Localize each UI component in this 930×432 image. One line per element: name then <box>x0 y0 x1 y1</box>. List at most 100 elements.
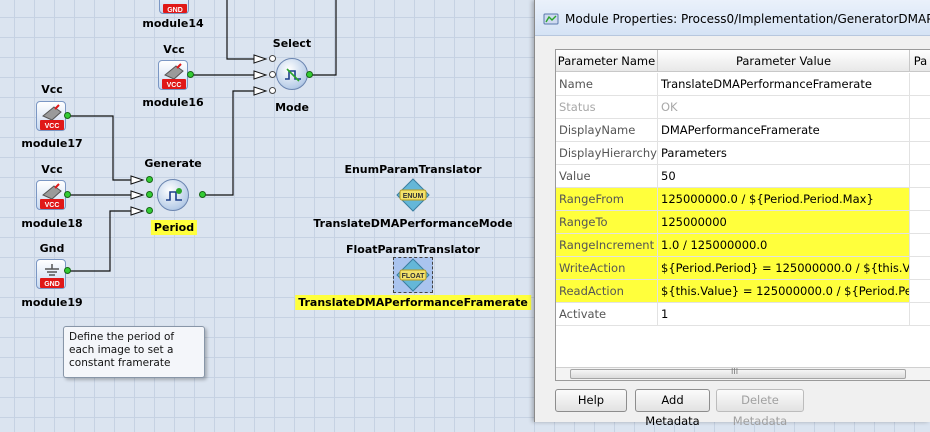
parameter-extra-cell[interactable] <box>910 188 930 210</box>
translator-name: TranslateDMAPerformanceMode <box>313 217 513 230</box>
input-port[interactable] <box>146 176 153 183</box>
parameter-value-cell[interactable]: 125000000.0 / ${Period.Period.Max} <box>658 188 910 210</box>
parameter-name-cell[interactable]: DisplayHierarchy <box>556 142 658 164</box>
parameter-value-cell[interactable]: OK <box>658 96 910 118</box>
parameter-value-cell[interactable]: DMAPerformanceFramerate <box>658 119 910 141</box>
parameter-extra-cell[interactable] <box>910 234 930 256</box>
parameter-row[interactable]: WriteAction ${Period.Period} = 125000000.… <box>556 257 930 280</box>
parameter-row[interactable]: DisplayHierarchy Parameters <box>556 142 930 165</box>
translator-type: EnumParamTranslator <box>344 163 482 176</box>
output-port[interactable] <box>187 71 194 78</box>
input-port[interactable] <box>269 87 276 94</box>
vcc-label: VCC <box>167 82 182 89</box>
module-name: module14 <box>142 17 204 30</box>
enum-icon: ENUM <box>396 178 430 212</box>
column-header-extra[interactable]: Pa <box>910 50 930 72</box>
module-type: Vcc <box>163 43 185 56</box>
module-properties-dialog[interactable]: Module Properties: Process0/Implementati… <box>534 0 930 428</box>
output-port[interactable] <box>64 267 71 274</box>
parameter-row[interactable]: RangeIncrement 1.0 / 125000000.0 <box>556 234 930 257</box>
enum-label: ENUM <box>403 193 424 200</box>
parameter-name-cell[interactable]: Value <box>556 165 658 187</box>
parameter-extra-cell[interactable] <box>910 280 930 302</box>
input-port[interactable] <box>269 71 276 78</box>
design-canvas[interactable]: GND module14 Vcc VCC module16 Vcc VCC mo… <box>0 0 540 422</box>
parameter-extra-cell[interactable] <box>910 211 930 233</box>
parameter-value-cell[interactable]: 1 <box>658 303 910 325</box>
operator-title: Select <box>272 37 312 50</box>
vcc-label: VCC <box>45 202 60 209</box>
module-name: module18 <box>21 217 83 230</box>
output-port[interactable] <box>199 191 206 198</box>
input-port[interactable] <box>146 207 153 214</box>
parameter-row[interactable]: Name TranslateDMAPerformanceFramerate <box>556 73 930 96</box>
parameter-value-cell[interactable]: ${this.Value} = 125000000.0 / ${Period.P… <box>658 280 910 302</box>
parameter-table[interactable]: Parameter Name Parameter Value Pa Name Tr… <box>555 49 930 381</box>
gnd-label: GND <box>44 281 60 288</box>
column-header-value[interactable]: Parameter Value <box>658 50 910 72</box>
parameter-row[interactable]: ReadAction ${this.Value} = 125000000.0 / … <box>556 280 930 303</box>
parameter-row[interactable]: DisplayName DMAPerformanceFramerate <box>556 119 930 142</box>
gnd-icon: GND <box>36 259 66 289</box>
output-port[interactable] <box>306 71 313 78</box>
dialog-titlebar[interactable]: Module Properties: Process0/Implementati… <box>535 0 930 36</box>
scroll-thumb[interactable]: III <box>570 367 906 379</box>
parameter-name-cell[interactable]: WriteAction <box>556 257 658 279</box>
parameter-extra-cell[interactable] <box>910 303 930 325</box>
column-header-name[interactable]: Parameter Name <box>556 50 658 72</box>
parameter-row[interactable]: RangeTo 125000000 <box>556 211 930 234</box>
module-type: Gnd <box>39 242 65 255</box>
dialog-title: Module Properties: Process0/Implementati… <box>565 12 930 26</box>
parameter-value-cell[interactable]: Parameters <box>658 142 910 164</box>
parameter-row[interactable]: RangeFrom 125000000.0 / ${Period.Period.M… <box>556 188 930 211</box>
parameter-value-cell[interactable]: 1.0 / 125000000.0 <box>658 234 910 256</box>
help-button[interactable]: Help <box>555 389 627 412</box>
parameter-extra-cell[interactable] <box>910 257 930 279</box>
parameter-value-cell[interactable]: TranslateDMAPerformanceFramerate <box>658 73 910 95</box>
select-icon <box>276 58 308 90</box>
scroll-grip: III <box>731 367 739 376</box>
parameter-value-cell[interactable]: ${Period.Period} = 125000000.0 / ${this.… <box>658 257 910 279</box>
app-icon <box>543 12 559 26</box>
input-port[interactable] <box>146 191 153 198</box>
parameter-extra-cell[interactable] <box>910 142 930 164</box>
parameter-name-cell[interactable]: Status <box>556 96 658 118</box>
translator-name: TranslateDMAPerformanceFramerate <box>295 295 531 310</box>
generate-icon <box>157 179 189 211</box>
parameter-name-cell[interactable]: ReadAction <box>556 280 658 302</box>
parameter-value-cell[interactable]: 125000000 <box>658 211 910 233</box>
float-label: FLOAT <box>402 273 426 280</box>
parameter-row[interactable]: Activate 1 <box>556 303 930 326</box>
operator-caption: Mode <box>275 101 309 114</box>
parameter-extra-cell[interactable] <box>910 73 930 95</box>
parameter-name-cell[interactable]: Activate <box>556 303 658 325</box>
gnd-icon: GND <box>159 0 189 14</box>
vcc-icon: VCC <box>158 60 188 90</box>
parameter-extra-cell[interactable] <box>910 96 930 118</box>
parameter-row[interactable]: Value 50 <box>556 165 930 188</box>
operator-title: Generate <box>144 157 202 170</box>
gnd-label: GND <box>167 7 183 14</box>
parameter-extra-cell[interactable] <box>910 119 930 141</box>
vcc-label: VCC <box>45 123 60 130</box>
output-port[interactable] <box>64 191 71 198</box>
parameter-name-cell[interactable]: DisplayName <box>556 119 658 141</box>
module-type: Vcc <box>41 83 63 96</box>
input-port[interactable] <box>269 55 276 62</box>
parameter-name-cell[interactable]: Name <box>556 73 658 95</box>
module-name: module19 <box>21 296 83 309</box>
comment-note[interactable]: Define the period of each image to set a… <box>63 326 205 378</box>
horizontal-scrollbar[interactable]: III <box>556 367 930 380</box>
output-port[interactable] <box>64 112 71 119</box>
parameter-name-cell[interactable]: RangeFrom <box>556 188 658 210</box>
add-metadata-button[interactable]: Add Metadata <box>635 389 710 428</box>
module-name: module16 <box>142 96 204 109</box>
parameter-name-cell[interactable]: RangeIncrement <box>556 234 658 256</box>
delete-metadata-button[interactable]: Delete Metadata <box>716 389 804 428</box>
parameter-value-cell[interactable]: 50 <box>658 165 910 187</box>
vcc-icon: VCC <box>36 180 66 210</box>
vcc-icon: VCC <box>36 101 66 131</box>
parameter-row[interactable]: Status OK <box>556 96 930 119</box>
parameter-extra-cell[interactable] <box>910 165 930 187</box>
parameter-name-cell[interactable]: RangeTo <box>556 211 658 233</box>
